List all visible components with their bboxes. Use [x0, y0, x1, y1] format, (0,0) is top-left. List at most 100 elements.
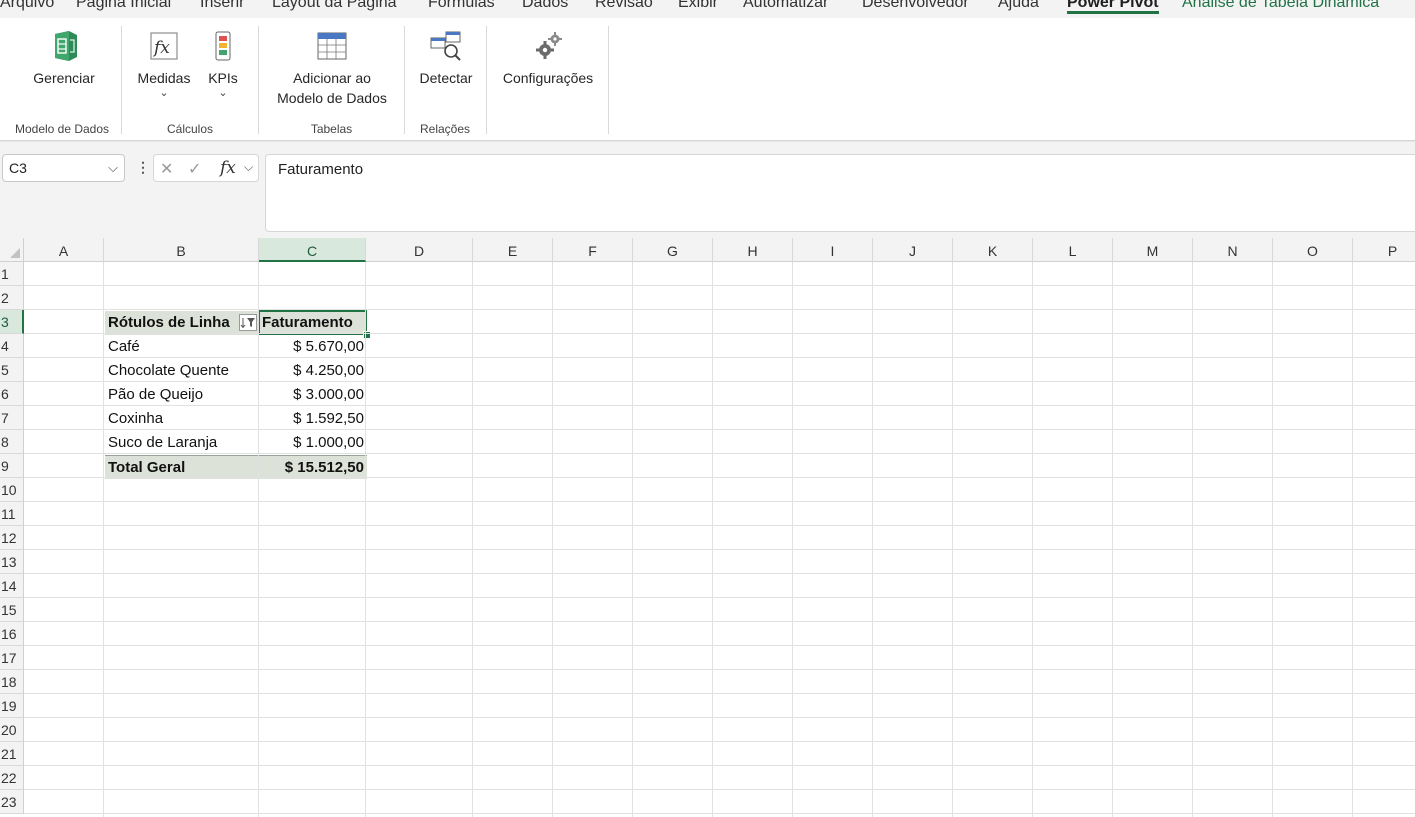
formula-bar: C3 ⌵ ⋮ ✕ ✓ fx ⌵ Faturamento [0, 142, 1415, 238]
row-header[interactable]: 8 [0, 430, 24, 454]
row-header[interactable]: 5 [0, 358, 24, 382]
chevron-down-icon[interactable]: ⌵ [244, 160, 253, 175]
formula-controls: ✕ ✓ fx ⌵ [153, 154, 259, 182]
menu-tab[interactable]: Análise de Tabela Dinâmica [1182, 0, 1379, 12]
row-header[interactable]: 17 [0, 646, 24, 670]
row-header[interactable]: 15 [0, 598, 24, 622]
row-header[interactable]: 12 [0, 526, 24, 550]
detect-relations-icon [430, 31, 461, 61]
pivot-row-value[interactable]: $ 5.670,00 [259, 335, 367, 359]
column-header[interactable]: D [366, 238, 473, 262]
pivot-total-label[interactable]: Total Geral [105, 455, 259, 479]
menu-tab[interactable]: Ajuda [998, 0, 1039, 12]
row-header[interactable]: 22 [0, 766, 24, 790]
menu-tab[interactable]: Inserir [200, 0, 244, 12]
menu-tab[interactable]: Arquivo [0, 0, 54, 12]
grid-row-line [24, 621, 1415, 622]
column-header[interactable]: K [953, 238, 1033, 262]
group-separator [608, 26, 609, 134]
function-fx-icon: fx [150, 32, 178, 60]
pivot-row-label[interactable]: Pão de Queijo [105, 383, 259, 407]
pivot-row-label[interactable]: Café [105, 335, 259, 359]
column-header[interactable]: O [1273, 238, 1353, 262]
grid-column-line [1272, 262, 1273, 817]
more-options-icon[interactable]: ⋮ [136, 159, 150, 176]
menu-tab[interactable]: Dados [522, 0, 568, 12]
row-header[interactable]: 21 [0, 742, 24, 766]
column-header[interactable]: G [633, 238, 713, 262]
row-header[interactable]: 20 [0, 718, 24, 742]
row-header[interactable]: 10 [0, 478, 24, 502]
menu-tab[interactable]: Fórmulas [428, 0, 495, 12]
row-header[interactable]: 2 [0, 286, 24, 310]
chevron-down-icon[interactable]: ⌵ [108, 160, 118, 176]
column-header[interactable]: C [259, 238, 366, 262]
row-header[interactable]: 11 [0, 502, 24, 526]
pivot-row-value[interactable]: $ 3.000,00 [259, 383, 367, 407]
menu-tab[interactable]: Automatizar [743, 0, 828, 12]
grid-column-line [103, 262, 104, 817]
menu-tab[interactable]: Página Inicial [76, 0, 171, 12]
column-header[interactable]: L [1033, 238, 1113, 262]
check-icon[interactable]: ✓ [188, 159, 201, 179]
filter-dropdown-icon[interactable] [239, 314, 257, 331]
pivot-header-label[interactable]: Rótulos de Linha [105, 311, 259, 335]
pivot-row-label[interactable]: Suco de Laranja [105, 431, 259, 455]
pivot-row-value[interactable]: $ 1.592,50 [259, 407, 367, 431]
row-header[interactable]: 3 [0, 310, 24, 334]
column-header[interactable]: N [1193, 238, 1273, 262]
pivot-row-value[interactable]: $ 4.250,00 [259, 359, 367, 383]
column-header[interactable]: J [873, 238, 953, 262]
row-header[interactable]: 7 [0, 406, 24, 430]
menu-tab[interactable]: Revisão [595, 0, 653, 12]
column-header[interactable]: P [1353, 238, 1415, 262]
menu-tab[interactable]: Exibir [678, 0, 718, 12]
column-header[interactable]: I [793, 238, 873, 262]
manage-button[interactable]: Gerenciar [22, 30, 106, 88]
row-header[interactable]: 16 [0, 622, 24, 646]
group-label-calculations: Cálculos [166, 122, 214, 136]
pivot-row-value[interactable]: $ 1.000,00 [259, 431, 367, 455]
name-box[interactable]: C3 ⌵ [2, 154, 125, 182]
grid-column-line [472, 262, 473, 817]
column-header[interactable]: B [104, 238, 259, 262]
menu-tab[interactable]: Desenvolvedor [862, 0, 969, 12]
select-all-corner[interactable] [0, 238, 24, 262]
measures-button[interactable]: fx Medidas ⌄ [130, 30, 198, 99]
menu-tab[interactable]: Layout da Página [272, 0, 397, 12]
row-header[interactable]: 23 [0, 790, 24, 814]
column-header[interactable]: H [713, 238, 793, 262]
row-header[interactable]: 18 [0, 670, 24, 694]
settings-button[interactable]: Configurações [494, 30, 602, 88]
menu-tab[interactable]: Power Pivot [1067, 0, 1159, 14]
pivot-total-value[interactable]: $ 15.512,50 [259, 455, 367, 479]
row-header[interactable]: 4 [0, 334, 24, 358]
column-header[interactable]: A [24, 238, 104, 262]
column-header[interactable]: F [553, 238, 633, 262]
grid-row-line [24, 597, 1415, 598]
detect-button[interactable]: Detectar [412, 30, 480, 88]
grid-row-line [24, 669, 1415, 670]
detect-label: Detectar [419, 70, 473, 86]
insert-function-icon[interactable]: fx [220, 158, 236, 178]
row-header[interactable]: 9 [0, 454, 24, 478]
menu-tab-bar: Arquivo Página Inicial Inserir Layout da Pá… [0, 0, 1415, 18]
column-header[interactable]: M [1113, 238, 1193, 262]
kpis-button[interactable]: KPIs ⌄ [202, 30, 244, 99]
cancel-icon[interactable]: ✕ [160, 159, 173, 179]
row-header[interactable]: 19 [0, 694, 24, 718]
row-header[interactable]: 14 [0, 574, 24, 598]
formula-input[interactable]: Faturamento [265, 154, 1415, 232]
grid-column-line [792, 262, 793, 817]
row-header[interactable]: 13 [0, 550, 24, 574]
row-header[interactable]: 1 [0, 262, 24, 286]
pivot-row-label[interactable]: Chocolate Quente [105, 359, 259, 383]
add-to-data-model-button[interactable]: Adicionar ao Modelo de Dados [266, 30, 398, 108]
column-header[interactable]: E [473, 238, 553, 262]
settings-label: Configurações [502, 70, 594, 86]
worksheet-grid[interactable]: Rótulos de Linha Faturamento Café $ 5.670… [0, 238, 1415, 817]
row-header[interactable]: 6 [0, 382, 24, 406]
ribbon-panel: Gerenciar Modelo de Dados fx Medidas ⌄ K… [0, 18, 1415, 141]
sort-filter-icon [240, 318, 255, 329]
pivot-row-label[interactable]: Coxinha [105, 407, 259, 431]
